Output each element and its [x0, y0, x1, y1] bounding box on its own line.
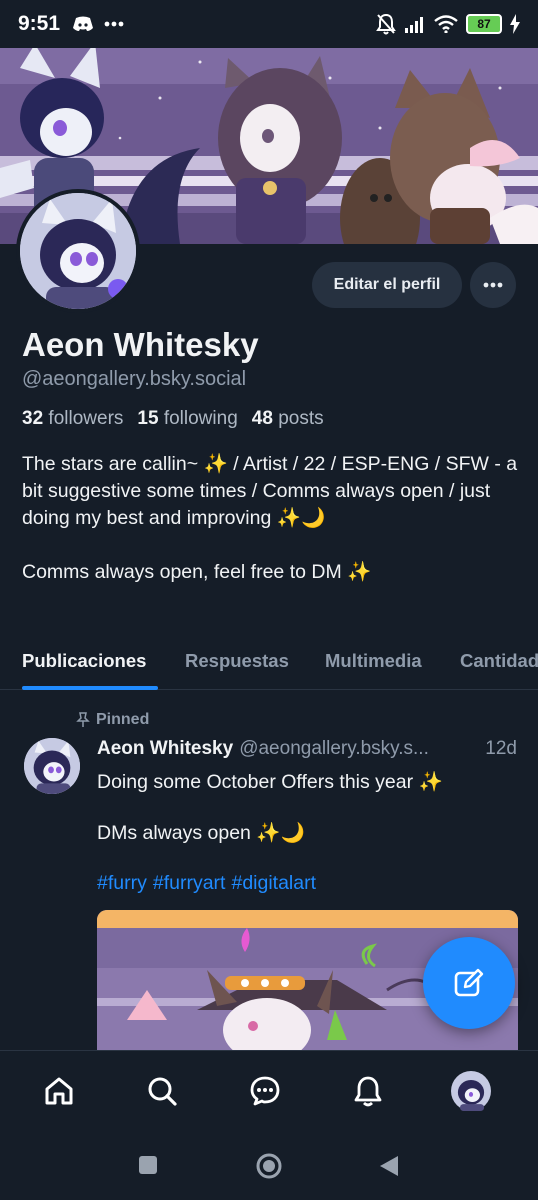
- post-header: Aeon Whitesky @aeongallery.bsky.s... 12d: [97, 738, 517, 760]
- more-options-button[interactable]: [470, 262, 516, 308]
- tab-cantidad[interactable]: Cantidad: [460, 650, 538, 672]
- followers-count: 32: [22, 408, 44, 429]
- profile-stats: 32 followers 15 following 48 posts: [22, 408, 324, 430]
- post-avatar-artwork: [24, 738, 80, 794]
- battery-icon: 87: [466, 14, 502, 34]
- tab-multimedia[interactable]: Multimedia: [325, 650, 422, 672]
- signal-icon: [405, 17, 423, 33]
- bottom-navigation: [0, 1050, 538, 1130]
- status-bar: 9:51 87: [0, 0, 538, 48]
- tab-respuestas[interactable]: Respuestas: [185, 650, 289, 672]
- post-author-avatar[interactable]: [24, 738, 80, 794]
- hashtag-link[interactable]: #digitalart: [231, 872, 316, 895]
- profile-avatar[interactable]: [16, 189, 140, 313]
- more-dots-icon: [483, 282, 503, 288]
- profile-avatar: [451, 1071, 491, 1111]
- bell-icon: [354, 1076, 382, 1107]
- tab-publicaciones[interactable]: Publicaciones: [22, 650, 146, 672]
- edit-profile-button[interactable]: Editar el perfil: [312, 262, 462, 308]
- compose-post-button[interactable]: [423, 937, 515, 1029]
- followers-stat[interactable]: 32 followers: [22, 408, 123, 430]
- charging-icon: [510, 14, 520, 34]
- profile-handle: @aeongallery.bsky.social: [22, 368, 247, 390]
- pinned-indicator: Pinned: [76, 711, 149, 729]
- posts-count: 48: [251, 408, 273, 429]
- post-author-name[interactable]: Aeon Whitesky: [97, 738, 233, 760]
- post-timestamp: 12d: [485, 738, 517, 759]
- avatar-artwork: [20, 193, 136, 309]
- more-dots-icon: [104, 21, 124, 27]
- active-tab-indicator: [22, 686, 158, 690]
- following-stat[interactable]: 15 following: [137, 408, 237, 430]
- post-text-line1: Doing some October Offers this year ✨: [97, 771, 443, 793]
- status-time: 9:51: [18, 12, 61, 35]
- following-count: 15: [137, 408, 159, 429]
- post-author-handle[interactable]: @aeongallery.bsky.s...: [239, 738, 429, 760]
- following-label: following: [163, 408, 238, 429]
- display-name: Aeon Whitesky: [22, 326, 259, 363]
- profile-tabs: Publicaciones Respuestas Multimedia Cant…: [0, 640, 538, 690]
- nav-notifications[interactable]: [346, 1069, 390, 1113]
- profile-bio: The stars are callin~ ✨ / Artist / 22 / …: [22, 453, 518, 583]
- followers-label: followers: [48, 408, 124, 429]
- nav-home[interactable]: [37, 1069, 81, 1113]
- hashtag-link[interactable]: #furry: [97, 872, 147, 895]
- recents-icon[interactable]: [138, 1155, 158, 1175]
- discord-icon: [73, 16, 94, 31]
- chat-icon: [250, 1076, 280, 1106]
- hashtag-link[interactable]: #furryart: [153, 872, 226, 895]
- pinned-label: Pinned: [96, 711, 150, 728]
- search-icon: [148, 1077, 177, 1106]
- mute-icon: [376, 13, 396, 35]
- posts-stat: 48 posts: [252, 408, 324, 430]
- wifi-icon: [434, 15, 458, 33]
- nav-profile[interactable]: [449, 1069, 493, 1113]
- post-text-line2: DMs always open ✨🌙: [97, 822, 305, 844]
- home-icon: [45, 1077, 73, 1105]
- posts-label: posts: [278, 408, 324, 429]
- nav-chat[interactable]: [243, 1069, 287, 1113]
- post-hashtags: #furry #furryart #digitalart: [97, 872, 316, 895]
- home-button-icon[interactable]: [255, 1152, 283, 1180]
- nav-search[interactable]: [140, 1069, 184, 1113]
- back-icon[interactable]: [378, 1154, 400, 1178]
- pin-icon: [76, 712, 90, 727]
- system-navigation-bar: [0, 1130, 538, 1200]
- compose-icon: [454, 968, 484, 997]
